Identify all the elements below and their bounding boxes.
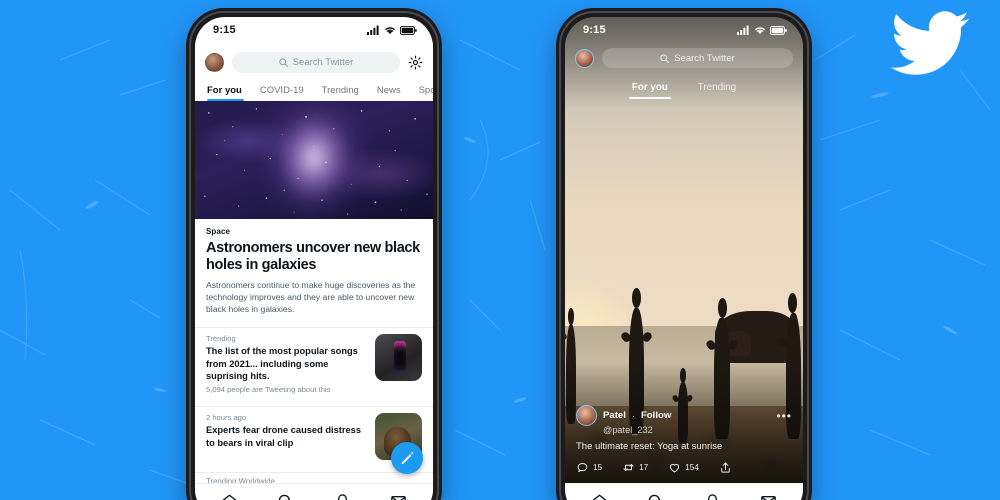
search-icon xyxy=(279,57,288,67)
status-bar-right: 9:15 xyxy=(565,17,803,43)
feed-tabs-right: For you Trending xyxy=(575,82,793,99)
tab-trending[interactable]: Trending xyxy=(313,85,368,101)
reply-icon xyxy=(577,463,588,472)
screen-left: 9:15 Search Twitter For you COVID-19 Tre… xyxy=(195,17,433,500)
reply-count: 15 xyxy=(593,463,603,472)
tab-trending[interactable]: Trending xyxy=(698,82,736,99)
tweet-author-name[interactable]: Patel xyxy=(603,410,626,421)
like-action[interactable]: 154 xyxy=(668,461,699,474)
feed-left: Space Astronomers uncover new black hole… xyxy=(195,101,433,483)
retweet-icon xyxy=(623,464,634,471)
tab-news[interactable]: News xyxy=(368,85,410,101)
messages-envelope-icon[interactable] xyxy=(390,493,407,500)
separator: · xyxy=(631,410,635,421)
home-icon[interactable] xyxy=(591,493,608,500)
trend-meta: 5,094 people are Tweeting about this xyxy=(206,385,331,395)
trend-title: Experts fear drone caused distress to be… xyxy=(206,425,362,448)
starfield xyxy=(204,108,428,215)
messages-envelope-icon[interactable] xyxy=(760,493,777,500)
trend-title: The list of the most popular songs from … xyxy=(206,346,358,381)
like-count: 154 xyxy=(685,463,699,472)
article-category: Space xyxy=(206,227,231,236)
search-icon[interactable] xyxy=(647,493,664,500)
article-headline: Astronomers uncover new black holes in g… xyxy=(206,240,420,273)
status-time: 9:15 xyxy=(213,24,236,36)
notifications-bell-icon[interactable] xyxy=(704,493,721,500)
twitter-header-right: Search Twitter For you Trending xyxy=(565,43,803,99)
twitter-bird-icon xyxy=(891,11,969,75)
search-placeholder-text: Search Twitter xyxy=(292,56,354,68)
search-icon xyxy=(660,53,670,63)
tab-sport[interactable]: Sport xyxy=(410,85,433,101)
wifi-icon xyxy=(385,27,395,35)
search-input[interactable]: Search Twitter xyxy=(232,51,400,73)
gear-icon[interactable] xyxy=(408,55,423,70)
feed-tabs-left: For you COVID-19 Trending News Sport xyxy=(205,78,433,101)
avatar[interactable] xyxy=(575,48,594,68)
avatar[interactable] xyxy=(205,52,224,72)
cellular-signal-icon xyxy=(367,25,379,35)
status-bar-left: 9:15 xyxy=(195,17,433,43)
tab-for-you[interactable]: For you xyxy=(205,85,251,101)
scratch-texture xyxy=(0,29,991,489)
phone-mockup-left: 9:15 Search Twitter For you COVID-19 Tre… xyxy=(186,8,442,500)
twitter-header-left: Search Twitter For you COVID-19 Trending… xyxy=(195,43,433,101)
tab-for-you[interactable]: For you xyxy=(628,82,671,99)
status-time: 9:15 xyxy=(583,24,606,36)
featured-article[interactable]: Space Astronomers uncover new black hole… xyxy=(195,219,433,320)
trend-label: Trending xyxy=(206,334,236,344)
battery-icon xyxy=(770,25,787,35)
article-summary: Astronomers continue to make huge discov… xyxy=(206,279,416,315)
bottom-navigation-left xyxy=(195,483,433,500)
home-icon[interactable] xyxy=(221,493,238,500)
compose-tweet-button[interactable] xyxy=(391,442,423,474)
cellular-signal-icon xyxy=(737,25,749,35)
search-placeholder-text: Search Twitter xyxy=(674,52,735,64)
share-action[interactable] xyxy=(719,461,732,474)
trend-thumbnail[interactable] xyxy=(375,334,422,382)
retweet-count: 17 xyxy=(639,463,649,472)
phone-mockup-right: 9:15 Search Twitter For you Trending Pat… xyxy=(556,8,812,500)
more-options-icon[interactable]: ••• xyxy=(776,410,792,422)
page-background xyxy=(0,0,1000,500)
hero-image-galaxy[interactable] xyxy=(195,101,433,219)
tweet-author-avatar[interactable] xyxy=(576,405,597,426)
search-icon[interactable] xyxy=(277,493,294,500)
wifi-icon xyxy=(755,27,765,35)
battery-icon xyxy=(400,25,417,35)
share-icon xyxy=(721,462,730,473)
compose-feather-icon xyxy=(401,452,414,465)
reply-action[interactable]: 15 xyxy=(576,461,602,474)
search-input[interactable]: Search Twitter xyxy=(602,48,793,68)
list-item[interactable]: Trending The list of the most popular so… xyxy=(195,328,433,399)
tweet-actions: 15 17 154 xyxy=(576,461,792,474)
tweet-author-handle: @patel_232 xyxy=(603,425,653,435)
trend-label: 2 hours ago xyxy=(206,413,247,423)
tweet-text: The ultimate reset: Yoga at sunrise xyxy=(576,441,723,452)
tab-covid-19[interactable]: COVID-19 xyxy=(251,85,313,101)
retweet-action[interactable]: 17 xyxy=(622,461,648,474)
like-heart-icon xyxy=(670,463,680,473)
screen-right: 9:15 Search Twitter For you Trending Pat… xyxy=(565,17,803,500)
bottom-navigation-right xyxy=(565,483,803,500)
notifications-bell-icon[interactable] xyxy=(334,493,351,500)
follow-button[interactable]: Follow xyxy=(641,410,671,421)
tweet-overlay: Patel · Follow ••• @patel_232 The ultima… xyxy=(565,405,803,483)
list-item[interactable]: Trending Worldwide #NationalAuthorsDay xyxy=(195,473,433,483)
